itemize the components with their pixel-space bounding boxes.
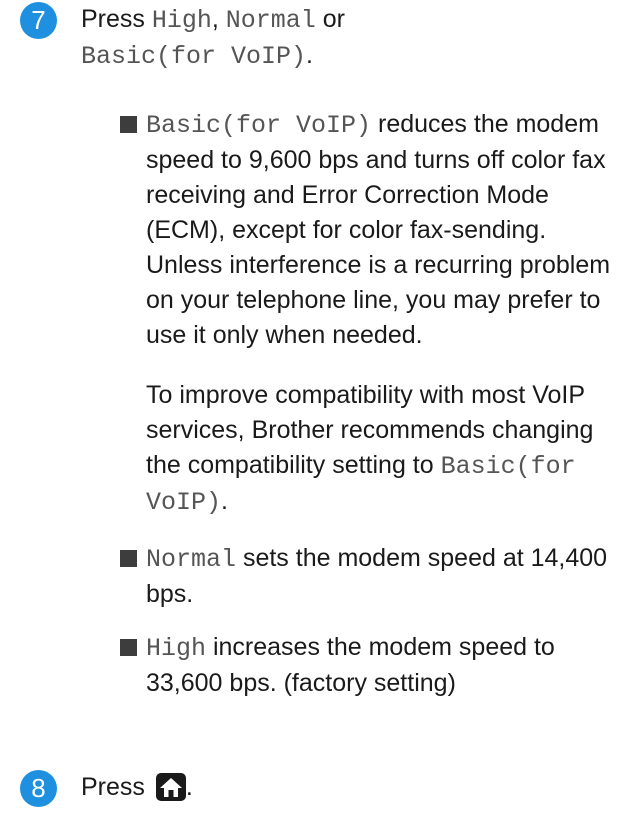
step-8: 8 Press .: [20, 770, 193, 811]
step-7: 7 Press High, Normal or Basic(for VoIP).: [20, 2, 345, 74]
option-normal: Normal: [225, 6, 316, 35]
step-8-badge: 8: [20, 770, 57, 807]
bullet-square-icon: [120, 116, 137, 133]
step-7-badge: 7: [20, 2, 57, 39]
bullet-normal-text: Normal sets the modem speed at 14,400 bp…: [146, 544, 608, 608]
bullet-square-icon: [120, 550, 137, 567]
step-8-text: Press .: [81, 770, 193, 811]
home-icon: [155, 773, 186, 811]
option-high: High: [151, 6, 212, 35]
bullet-square-icon: [120, 639, 137, 656]
bullet-high-text: High increases the modem speed to 33,600…: [146, 633, 555, 697]
step-7-text: Press High, Normal or Basic(for VoIP).: [81, 5, 345, 71]
bullet-normal: Normal sets the modem speed at 14,400 bp…: [120, 541, 625, 612]
note-text: To improve compatibility with most VoIP …: [146, 381, 594, 517]
bullet-basic-text: Basic(for VoIP) reduces the modem speed …: [146, 110, 611, 349]
bullet-high: High increases the modem speed to 33,600…: [120, 630, 625, 701]
option-basic: Basic(for VoIP): [81, 42, 307, 71]
compatibility-note: To improve compatibility with most VoIP …: [120, 378, 625, 520]
bullet-basic: Basic(for VoIP) reduces the modem speed …: [120, 107, 625, 353]
